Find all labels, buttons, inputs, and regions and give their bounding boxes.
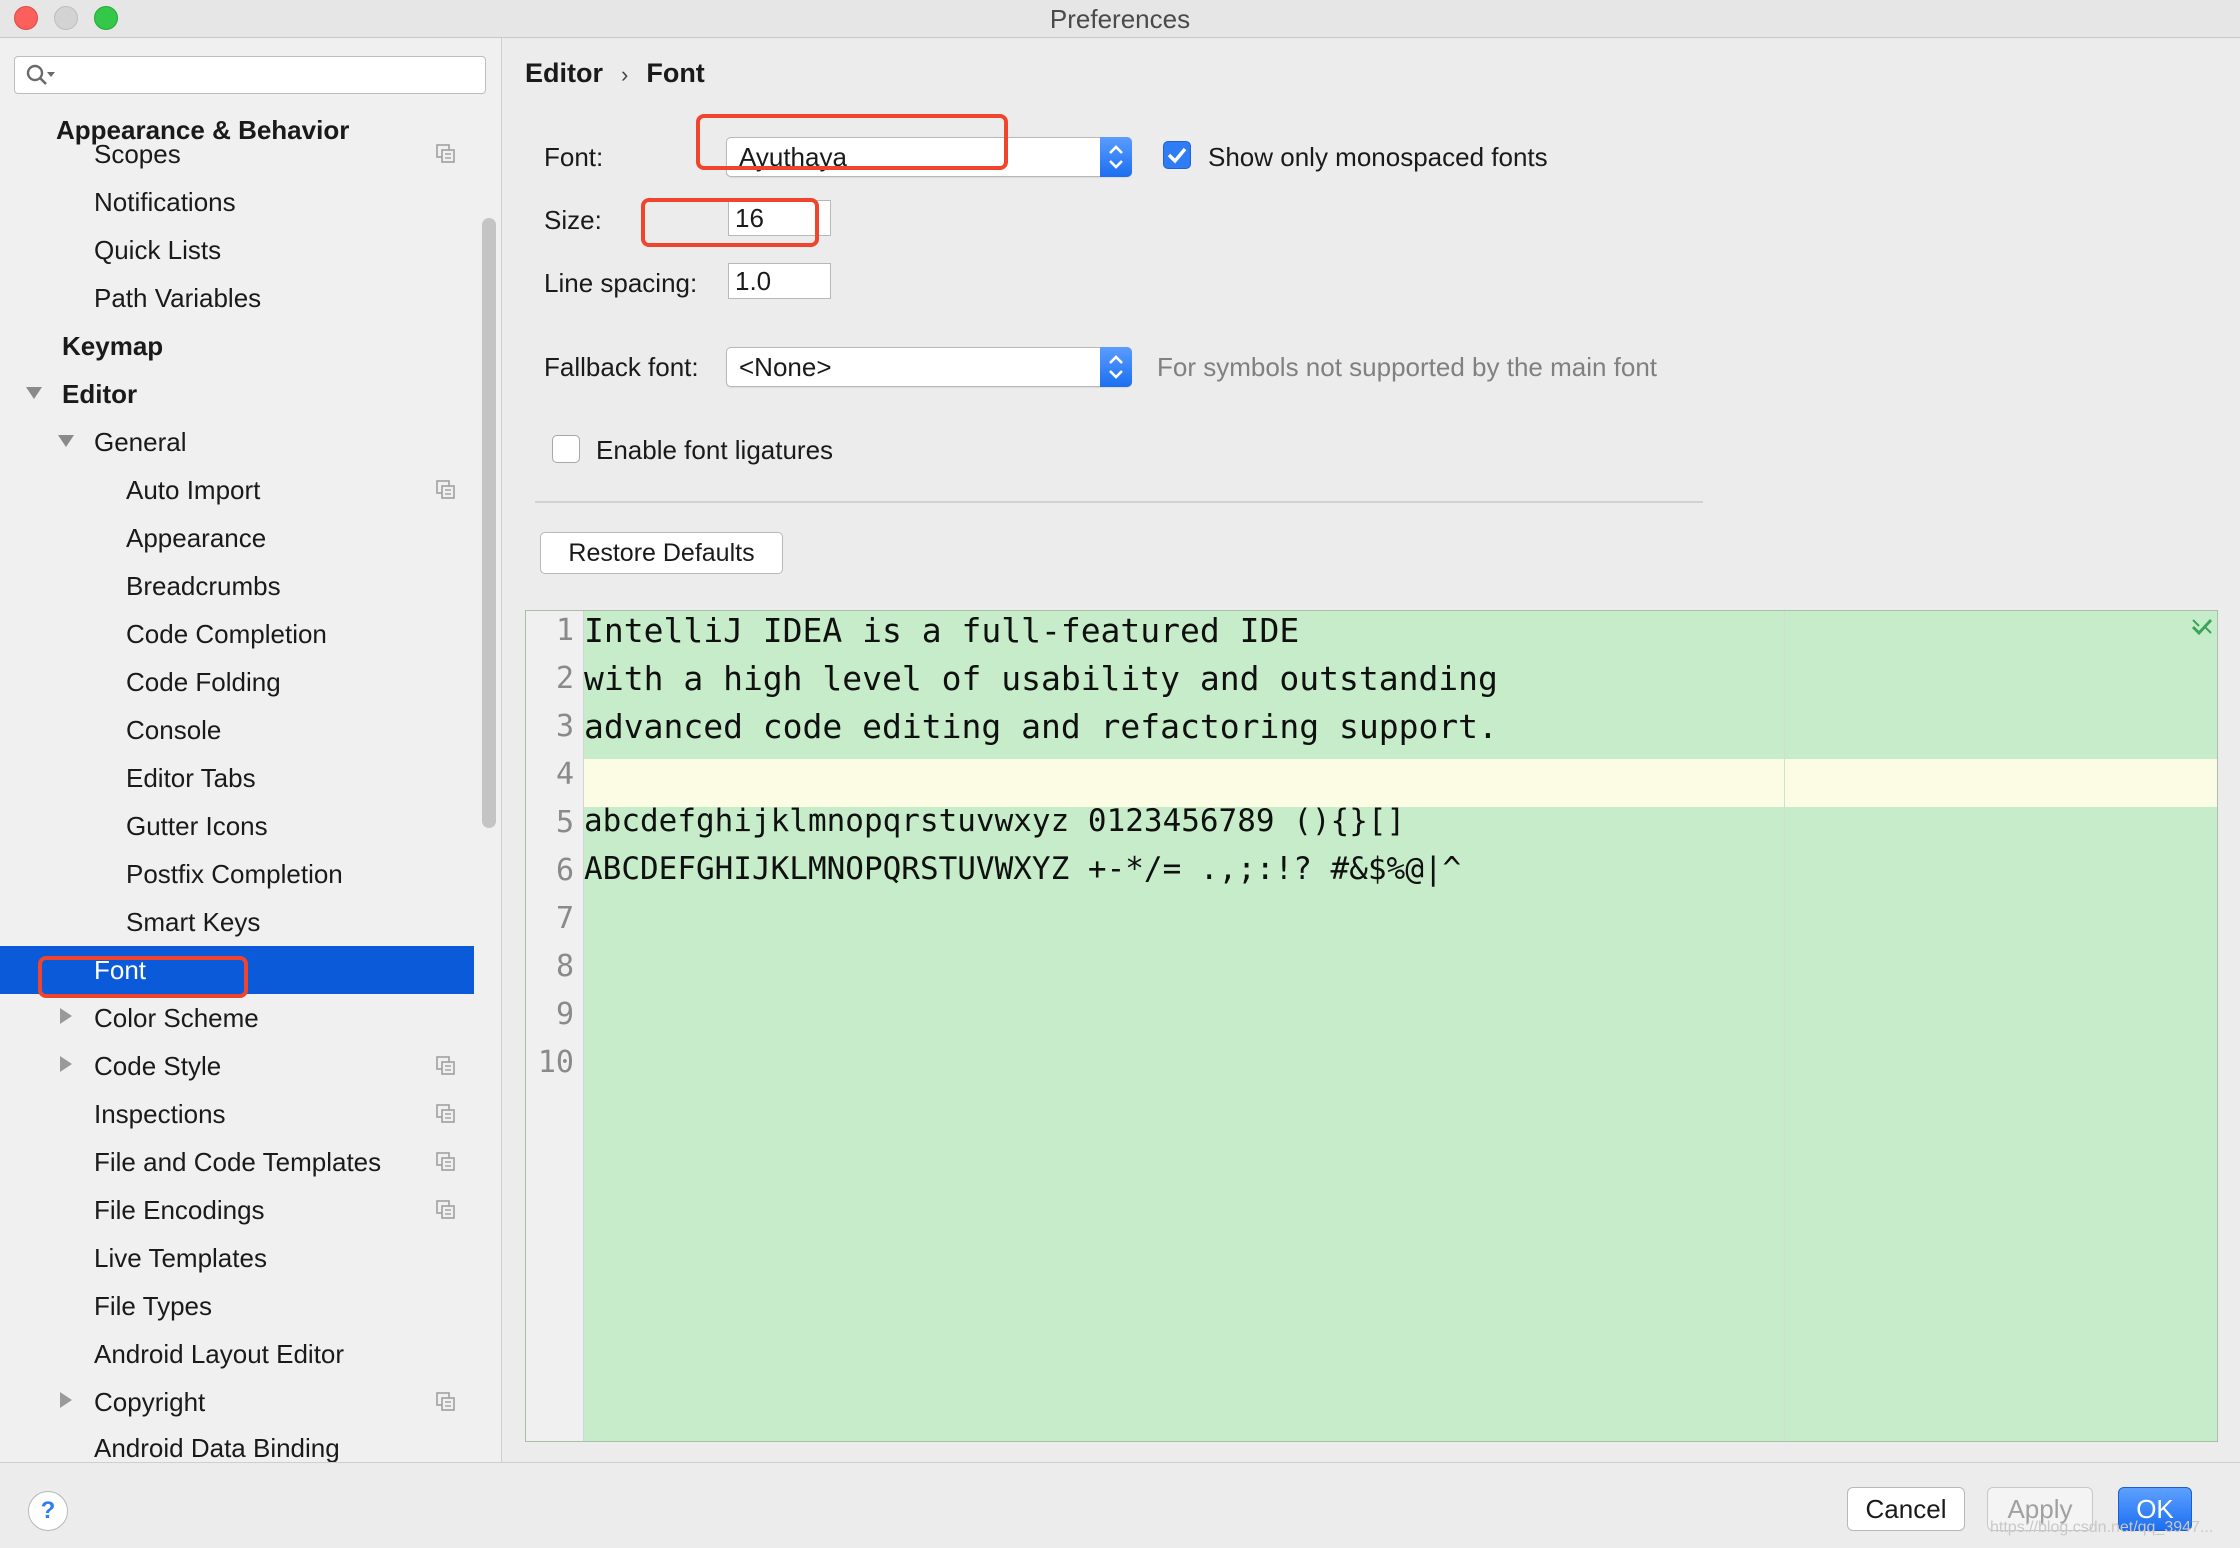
size-label: Size:	[544, 205, 602, 235]
tree-item-general[interactable]: General	[0, 418, 474, 466]
ligatures-checkbox[interactable]	[552, 435, 580, 463]
tree-item-color-scheme[interactable]: Color Scheme	[0, 994, 474, 1042]
title-bar: Preferences	[0, 0, 2240, 38]
size-input[interactable]: 16	[728, 200, 831, 236]
font-select-value: Ayuthaya	[739, 142, 847, 172]
preview-code-line: abcdefghijklmnopqrstuvwxyz 0123456789 ()…	[584, 803, 1406, 839]
project-settings-icon	[436, 480, 455, 499]
tree-item-inspections[interactable]: Inspections	[0, 1090, 474, 1138]
settings-tree[interactable]: Appearance & Behavior Scopes Notificatio…	[0, 112, 474, 1462]
font-select[interactable]: Ayuthaya	[726, 137, 1132, 177]
breadcrumb-parent[interactable]: Editor	[525, 58, 603, 88]
ligatures-label[interactable]: Enable font ligatures	[596, 435, 833, 466]
tree-item-code-style[interactable]: Code Style	[0, 1042, 474, 1090]
tree-item-scopes[interactable]: Scopes	[0, 130, 474, 178]
tree-item-copyright[interactable]: Copyright	[0, 1378, 474, 1426]
tree-item-font[interactable]: Font	[0, 946, 474, 994]
collapsed-arrow-icon[interactable]	[60, 1056, 72, 1072]
no-problems-check-icon	[2191, 618, 2213, 636]
tree-item-smart-keys[interactable]: Smart Keys	[0, 898, 474, 946]
caret-row-highlight	[584, 759, 2217, 807]
settings-sidebar: Appearance & Behavior Scopes Notificatio…	[0, 38, 502, 1462]
tree-item-keymap[interactable]: Keymap	[0, 322, 474, 370]
line-spacing-input-value: 1.0	[735, 266, 772, 296]
preview-code-line: advanced code editing and refactoring su…	[584, 707, 1498, 746]
line-number: 5	[555, 805, 574, 840]
font-label: Font:	[544, 142, 604, 172]
tree-item-file-and-code-templates[interactable]: File and Code Templates	[0, 1138, 474, 1186]
tree-item-postfix-completion[interactable]: Postfix Completion	[0, 850, 474, 898]
project-settings-icon	[436, 144, 455, 163]
font-preview-editor[interactable]: 1 2 3 4 5 6 7 8 9 10 IntelliJ IDEA is a …	[525, 610, 2218, 1442]
settings-content: Editor › Font Font: Ayuthaya Show only mon…	[503, 38, 2240, 1462]
up-down-chevron-icon	[1109, 355, 1123, 379]
tree-item-code-folding[interactable]: Code Folding	[0, 658, 474, 706]
line-number: 1	[555, 613, 574, 648]
line-number: 2	[555, 661, 574, 696]
tree-item-notifications[interactable]: Notifications	[0, 178, 474, 226]
fallback-font-select[interactable]: <None>	[726, 347, 1132, 387]
preview-code-line: with a high level of usability and outst…	[584, 659, 1498, 698]
line-number: 3	[555, 709, 574, 744]
tree-item-editor-tabs[interactable]: Editor Tabs	[0, 754, 474, 802]
collapsed-arrow-icon[interactable]	[60, 1008, 72, 1024]
line-number: 8	[555, 949, 574, 984]
restore-defaults-button[interactable]: Restore Defaults	[540, 532, 783, 574]
fallback-font-hint: For symbols not supported by the main fo…	[1157, 352, 1658, 382]
line-spacing-label: Line spacing:	[544, 268, 698, 298]
dialog-footer: ? Cancel Apply OK https://blog.csdn.net/…	[0, 1462, 2240, 1548]
tree-item-appearance[interactable]: Appearance	[0, 514, 474, 562]
project-settings-icon	[436, 1200, 455, 1219]
breadcrumb-current: Font	[646, 58, 705, 88]
monospaced-checkbox[interactable]	[1163, 141, 1191, 169]
tree-item-code-completion[interactable]: Code Completion	[0, 610, 474, 658]
monospaced-label[interactable]: Show only monospaced fonts	[1208, 142, 1548, 173]
watermark-text: https://blog.csdn.net/qq_3947...	[1990, 1519, 2214, 1536]
breadcrumb: Editor › Font	[525, 58, 705, 89]
tree-item-quick-lists[interactable]: Quick Lists	[0, 226, 474, 274]
expanded-arrow-icon[interactable]	[58, 435, 74, 447]
tree-item-android-data-binding[interactable]: Android Data Binding	[0, 1424, 474, 1462]
line-spacing-input[interactable]: 1.0	[728, 263, 831, 299]
size-input-value: 16	[735, 203, 764, 233]
preview-code-line: IntelliJ IDEA is a full-featured IDE	[584, 611, 1300, 650]
tree-item-android-layout-editor[interactable]: Android Layout Editor	[0, 1330, 474, 1378]
search-icon[interactable]	[25, 63, 55, 89]
line-number: 7	[555, 901, 574, 936]
project-settings-icon	[436, 1152, 455, 1171]
preview-code-line: ABCDEFGHIJKLMNOPQRSTUVWXYZ +-*/= .,;:!? …	[584, 851, 1462, 887]
tree-item-path-variables[interactable]: Path Variables	[0, 274, 474, 322]
project-settings-icon	[436, 1104, 455, 1123]
fallback-font-stepper[interactable]	[1100, 347, 1132, 387]
right-margin-guide	[1784, 611, 1785, 1441]
collapsed-arrow-icon[interactable]	[60, 1392, 72, 1408]
tree-item-auto-import[interactable]: Auto Import	[0, 466, 474, 514]
check-icon	[1167, 147, 1187, 164]
line-number: 10	[537, 1045, 574, 1080]
project-settings-icon	[436, 1392, 455, 1411]
line-number: 6	[555, 853, 574, 888]
section-divider	[535, 501, 1703, 503]
tree-item-console[interactable]: Console	[0, 706, 474, 754]
fallback-font-value: <None>	[739, 352, 832, 382]
breadcrumb-separator: ›	[621, 62, 629, 87]
help-button[interactable]: ?	[28, 1491, 68, 1531]
tree-item-file-encodings[interactable]: File Encodings	[0, 1186, 474, 1234]
cancel-button[interactable]: Cancel	[1847, 1487, 1965, 1531]
line-number: 4	[555, 757, 574, 792]
settings-search-input[interactable]	[14, 56, 486, 94]
up-down-chevron-icon	[1109, 145, 1123, 169]
tree-item-breadcrumbs[interactable]: Breadcrumbs	[0, 562, 474, 610]
font-select-stepper[interactable]	[1100, 137, 1132, 177]
tree-item-live-templates[interactable]: Live Templates	[0, 1234, 474, 1282]
expanded-arrow-icon[interactable]	[26, 387, 42, 399]
project-settings-icon	[436, 1056, 455, 1075]
tree-item-gutter-icons[interactable]: Gutter Icons	[0, 802, 474, 850]
fallback-font-label: Fallback font:	[544, 352, 699, 382]
window-title: Preferences	[1049, 4, 1191, 34]
tree-scrollbar-thumb[interactable]	[482, 218, 496, 828]
line-number: 9	[555, 997, 574, 1032]
tree-item-editor[interactable]: Editor	[0, 370, 474, 418]
tree-item-file-types[interactable]: File Types	[0, 1282, 474, 1330]
